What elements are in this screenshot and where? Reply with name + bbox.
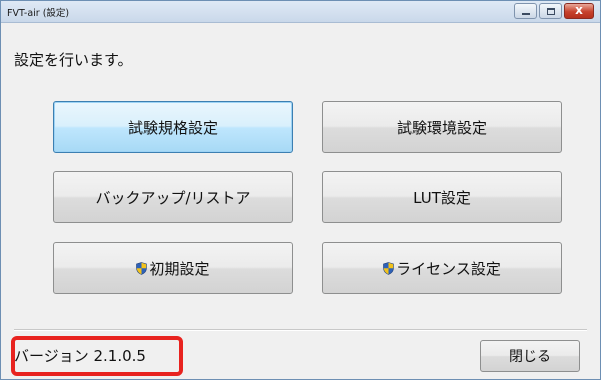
settings-window: FVT-air (設定) x 設定を行います。 試験規格設定 試験環境設定 バッ…: [0, 0, 601, 380]
close-button[interactable]: 閉じる: [480, 340, 580, 372]
test-environment-settings-label: 試験環境設定: [396, 118, 487, 137]
lut-settings-label: LUT設定: [413, 188, 471, 207]
backup-restore-label: バックアップ/リストア: [95, 188, 251, 207]
footer-divider: [14, 329, 587, 331]
lut-settings-button[interactable]: LUT設定: [322, 171, 562, 223]
uac-shield-icon: [136, 261, 148, 275]
initial-settings-button[interactable]: 初期設定: [53, 242, 293, 294]
title-bar[interactable]: FVT-air (設定) x: [1, 1, 600, 23]
version-label: バージョン 2.1.0.5: [14, 347, 146, 365]
maximize-icon: [547, 8, 555, 15]
test-standard-settings-label: 試験規格設定: [127, 118, 218, 137]
dialog-body: 設定を行います。 試験規格設定 試験環境設定 バックアップ/リストア LUT設定…: [2, 24, 599, 379]
license-settings-label: ライセンス設定: [396, 259, 501, 278]
initial-settings-content: 初期設定: [136, 258, 210, 279]
license-settings-content: ライセンス設定: [383, 258, 501, 279]
test-standard-settings-button[interactable]: 試験規格設定: [53, 101, 293, 153]
minimize-button[interactable]: [514, 3, 537, 19]
test-environment-settings-button[interactable]: 試験環境設定: [322, 101, 562, 153]
maximize-button[interactable]: [539, 3, 562, 19]
instruction-text: 設定を行います。: [14, 51, 133, 69]
window-title: FVT-air (設定): [7, 8, 70, 19]
window-controls: x: [512, 3, 594, 19]
initial-settings-label: 初期設定: [149, 259, 210, 278]
close-button-label: 閉じる: [509, 349, 551, 365]
backup-restore-button[interactable]: バックアップ/リストア: [53, 171, 293, 223]
close-window-button[interactable]: x: [564, 3, 594, 19]
close-icon: x: [575, 3, 583, 17]
minimize-icon: [522, 13, 530, 15]
uac-shield-icon: [383, 261, 394, 275]
license-settings-button[interactable]: ライセンス設定: [322, 242, 562, 294]
